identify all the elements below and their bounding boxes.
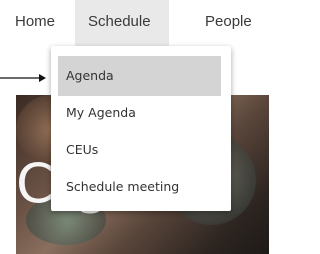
- top-nav: Home Schedule People: [0, 0, 269, 46]
- pointer-arrow-icon: [0, 74, 46, 82]
- nav-schedule-label: Schedule: [88, 13, 151, 30]
- menu-item-my-agenda[interactable]: My Agenda: [58, 93, 221, 133]
- menu-item-label: Agenda: [66, 68, 114, 83]
- menu-item-agenda[interactable]: Agenda: [58, 56, 221, 96]
- menu-item-ceus[interactable]: CEUs: [58, 130, 221, 170]
- menu-item-label: My Agenda: [66, 105, 136, 120]
- menu-item-schedule-meeting[interactable]: Schedule meeting: [58, 167, 221, 207]
- nav-schedule[interactable]: Schedule: [75, 0, 169, 46]
- nav-home[interactable]: Home: [15, 13, 55, 30]
- menu-item-label: Schedule meeting: [66, 179, 180, 194]
- menu-item-label: CEUs: [66, 142, 99, 157]
- nav-people[interactable]: People: [205, 13, 252, 30]
- schedule-dropdown-menu: Agenda My Agenda CEUs Schedule meeting: [51, 46, 231, 211]
